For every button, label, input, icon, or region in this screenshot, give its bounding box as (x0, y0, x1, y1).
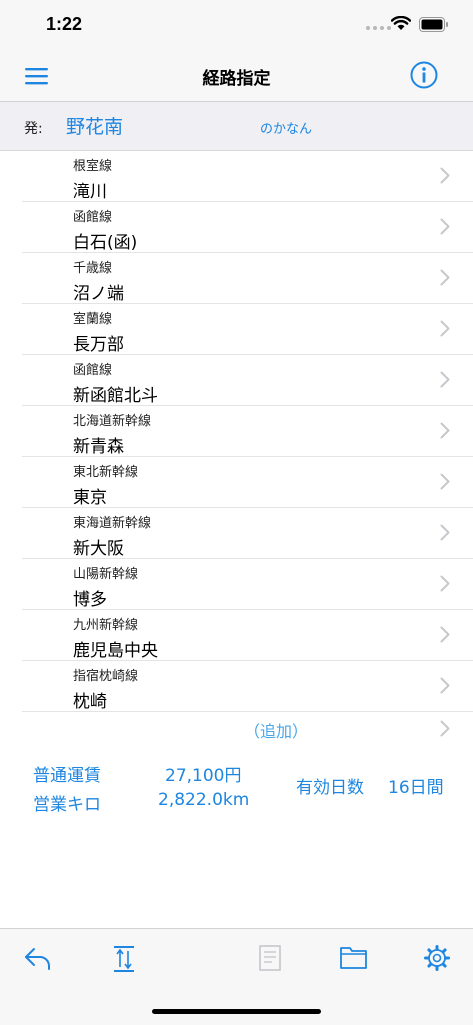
route-segment-row[interactable]: 函館線 白石(函) (22, 202, 473, 253)
chevron-right-icon (440, 626, 450, 643)
departure-station-row[interactable]: 発: 野花南 のかなん (0, 102, 473, 151)
station-name: 白石(函) (73, 233, 138, 253)
reverse-route-icon[interactable] (112, 945, 136, 973)
departure-label: 発: (24, 121, 43, 137)
gear-icon[interactable] (424, 945, 450, 971)
route-segment-row[interactable]: 千歳線 沼ノ端 (22, 253, 473, 304)
route-list: 根室線 滝川 函館線 白石(函) 千歳線 沼ノ端 室蘭線 長万部 函館線 新函館… (0, 151, 473, 712)
chevron-right-icon (440, 575, 450, 592)
fare-summary[interactable]: 普通運賃 27,100円 営業キロ 2,822.0km 有効日数 16日間 (0, 756, 473, 820)
add-route-row[interactable]: （追加） (0, 704, 473, 752)
route-segment-row[interactable]: 東海道新幹線 新大阪 (22, 508, 473, 559)
chevron-right-icon (440, 320, 450, 337)
distance-value: 2,822.0km (158, 790, 250, 810)
chevron-right-icon (440, 720, 450, 737)
add-route-label: （追加） (244, 722, 309, 741)
chevron-right-icon (440, 473, 450, 490)
chevron-right-icon (440, 218, 450, 235)
chevron-right-icon (440, 167, 450, 184)
line-name: 函館線 (73, 210, 113, 225)
line-name: 室蘭線 (73, 312, 113, 327)
chevron-right-icon (440, 422, 450, 439)
folder-icon[interactable] (340, 945, 367, 969)
route-segment-row[interactable]: 根室線 滝川 (22, 151, 473, 202)
route-segment-row[interactable]: 室蘭線 長万部 (22, 304, 473, 355)
station-name: 新青森 (73, 437, 124, 457)
chevron-right-icon (440, 371, 450, 388)
line-name: 東北新幹線 (73, 465, 139, 480)
status-bar: 1:22 (0, 0, 473, 50)
chevron-right-icon (440, 677, 450, 694)
departure-station-name: 野花南 (66, 116, 124, 138)
line-name: 千歳線 (73, 261, 113, 276)
undo-arrow-icon[interactable] (23, 945, 53, 971)
line-name: 東海道新幹線 (73, 516, 152, 531)
station-name: 滝川 (73, 182, 107, 202)
memo-icon (259, 945, 281, 971)
route-segment-row[interactable]: 山陽新幹線 博多 (22, 559, 473, 610)
page-title: 経路指定 (202, 69, 271, 89)
line-name: 根室線 (73, 159, 113, 174)
info-circle-icon[interactable] (410, 61, 438, 89)
line-name: 山陽新幹線 (73, 567, 139, 582)
station-name: 新函館北斗 (73, 386, 158, 406)
line-name: 函館線 (73, 363, 113, 378)
fare-value: 27,100円 (165, 766, 242, 786)
status-time: 1:22 (46, 14, 83, 34)
distance-label: 営業キロ (33, 795, 101, 815)
station-name: 新大阪 (73, 539, 124, 559)
navigation-bar: 経路指定 (0, 50, 473, 102)
station-name: 沼ノ端 (73, 284, 124, 304)
station-name: 博多 (73, 590, 107, 610)
fare-label: 普通運賃 (33, 766, 101, 786)
cellular-signal-icon (366, 26, 391, 30)
station-name: 東京 (73, 488, 107, 508)
valid-days-label: 有効日数 (296, 778, 364, 798)
route-segment-row[interactable]: 九州新幹線 鹿児島中央 (22, 610, 473, 661)
chevron-right-icon (440, 524, 450, 541)
home-indicator (152, 1009, 321, 1014)
route-segment-row[interactable]: 東北新幹線 東京 (22, 457, 473, 508)
valid-days-value: 16日間 (388, 778, 444, 798)
route-segment-row[interactable]: 北海道新幹線 新青森 (22, 406, 473, 457)
route-segment-row[interactable]: 函館線 新函館北斗 (22, 355, 473, 406)
line-name: 北海道新幹線 (73, 414, 152, 429)
departure-station-reading: のかなん (260, 122, 313, 137)
line-name: 九州新幹線 (73, 618, 139, 633)
battery-icon (419, 17, 448, 32)
station-name: 長万部 (73, 335, 124, 355)
chevron-right-icon (440, 269, 450, 286)
station-name: 鹿児島中央 (73, 641, 158, 661)
wifi-icon (391, 16, 411, 30)
line-name: 指宿枕崎線 (73, 669, 139, 684)
